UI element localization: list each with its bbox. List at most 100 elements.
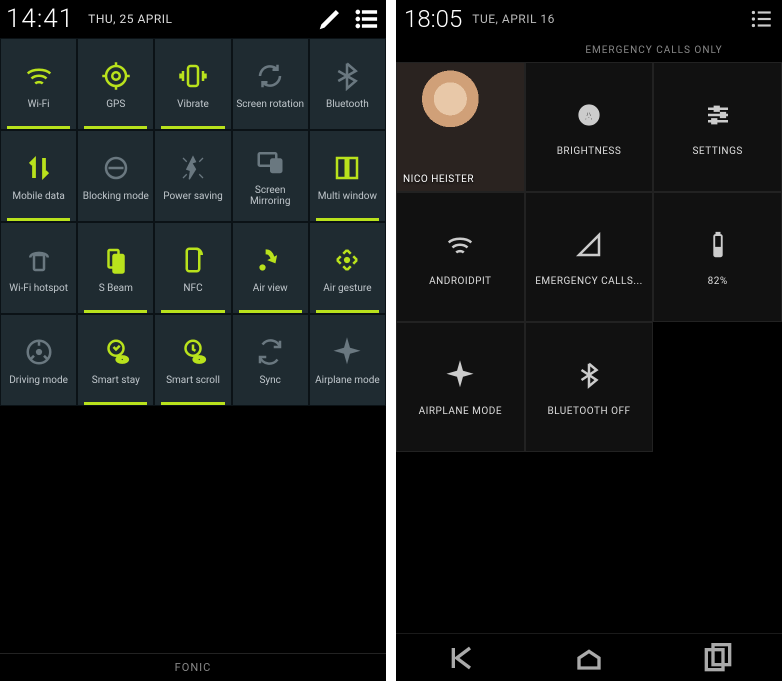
edit-icon[interactable] (316, 5, 344, 33)
tile-label: Air gesture (323, 283, 371, 294)
tile-smart-scroll[interactable]: Smart scroll (154, 314, 231, 406)
tile-label: NFC (183, 283, 202, 294)
tile-driving-mode[interactable]: Driving mode (0, 314, 77, 406)
clock: 14:41 (6, 4, 74, 34)
tile-bluetooth-off[interactable]: BLUETOOTH OFF (525, 322, 654, 452)
sync-icon (253, 335, 287, 369)
tile-settings[interactable]: SETTINGS (653, 62, 782, 192)
tile-label: Smart scroll (166, 375, 220, 386)
user-name: NICO HEISTER (403, 174, 474, 185)
tile-vibrate[interactable]: Vibrate (154, 38, 231, 130)
tile-label: S Beam (99, 283, 133, 294)
mobile-data-icon (22, 151, 56, 185)
date: THU, 25 APRIL (88, 12, 172, 26)
gps-icon (99, 59, 133, 93)
tile-signal[interactable]: EMERGENCY CALLS... (525, 192, 654, 322)
tile-label: Sync (259, 375, 280, 386)
tile-brightness[interactable]: BRIGHTNESS (525, 62, 654, 192)
airplane-icon (443, 358, 477, 392)
tile-mobile-data[interactable]: Mobile data (0, 130, 77, 222)
settings-icon (701, 98, 735, 132)
tile-empty (653, 322, 782, 452)
tile-wifi[interactable]: ANDROIDPIT (396, 192, 525, 322)
tile-label: Blocking mode (83, 191, 149, 202)
tile-wifi-hotspot[interactable]: Wi-Fi hotspot (0, 222, 77, 314)
tile-label: BRIGHTNESS (557, 146, 622, 157)
brightness-icon (572, 98, 606, 132)
tile-label: Driving mode (9, 375, 68, 386)
air-gesture-icon (330, 243, 364, 277)
power-saving-icon (176, 151, 210, 185)
clock: 18:05 (404, 5, 462, 33)
s-beam-icon (99, 243, 133, 277)
tile-blocking-mode[interactable]: Blocking mode (77, 130, 154, 222)
navigation-bar (396, 633, 782, 681)
carrier-label: FONIC (0, 653, 386, 681)
tile-label: Wi-Fi hotspot (9, 283, 68, 294)
tile-wifi[interactable]: Wi-Fi (0, 38, 77, 130)
tile-label: Screen rotation (236, 99, 304, 110)
tile-label: Bluetooth (326, 99, 369, 110)
home-button[interactable] (569, 643, 609, 673)
wifi-icon (22, 59, 56, 93)
tile-label: AIRPLANE MODE (419, 406, 502, 417)
tile-label: Mobile data (12, 191, 65, 202)
tile-s-beam[interactable]: S Beam (77, 222, 154, 314)
back-button[interactable] (440, 643, 480, 673)
blocking-icon (99, 151, 133, 185)
tile-label: EMERGENCY CALLS... (535, 276, 643, 287)
driving-icon (22, 335, 56, 369)
status-bar: 14:41 THU, 25 APRIL (0, 0, 386, 38)
screen-mirroring-icon (253, 145, 287, 179)
battery-icon (701, 228, 735, 262)
tile-label: Power saving (163, 191, 223, 202)
airplane-icon (330, 335, 364, 369)
tile-label: SETTINGS (692, 146, 742, 157)
tile-label: 82% (708, 276, 728, 287)
emergency-banner: EMERGENCY CALLS ONLY (396, 38, 782, 62)
tile-screen-rotation[interactable]: Screen rotation (232, 38, 309, 130)
tile-screen-mirroring[interactable]: Screen Mirroring (232, 130, 309, 222)
status-bar: 18:05 TUE, APRIL 16 (396, 0, 782, 38)
tile-battery[interactable]: 82% (653, 192, 782, 322)
tile-nfc[interactable]: NFC (154, 222, 231, 314)
vibrate-icon (176, 59, 210, 93)
tile-label: GPS (106, 99, 125, 110)
rotation-icon (253, 59, 287, 93)
tile-airplane[interactable]: AIRPLANE MODE (396, 322, 525, 452)
multi-window-icon (330, 151, 364, 185)
tile-airplane-mode[interactable]: Airplane mode (309, 314, 386, 406)
tile-label: ANDROIDPIT (429, 276, 491, 287)
tile-sync[interactable]: Sync (232, 314, 309, 406)
wifi-icon (443, 228, 477, 262)
tile-label: Multi window (318, 191, 377, 202)
tile-label: Smart stay (92, 375, 140, 386)
recent-apps-button[interactable] (698, 643, 738, 673)
air-view-icon (253, 243, 287, 277)
menu-icon[interactable] (748, 8, 774, 30)
tile-gps[interactable]: GPS (77, 38, 154, 130)
tile-label: Vibrate (177, 99, 209, 110)
smart-stay-icon (99, 335, 133, 369)
tile-air-gesture[interactable]: Air gesture (309, 222, 386, 314)
tile-label: Air view (253, 283, 288, 294)
nfc-icon (176, 243, 210, 277)
bluetooth-icon (330, 59, 364, 93)
date: TUE, APRIL 16 (472, 12, 555, 26)
stock-android-quick-settings-panel: 18:05 TUE, APRIL 16 EMERGENCY CALLS ONLY… (396, 0, 782, 681)
tile-user[interactable]: NICO HEISTER (396, 62, 525, 192)
quick-settings-grid: Wi-Fi GPS Vibrate Screen rotation Blueto… (0, 38, 386, 406)
bluetooth-icon (572, 358, 606, 392)
tile-label: BLUETOOTH OFF (547, 406, 630, 417)
avatar (397, 63, 524, 191)
tile-power-saving[interactable]: Power saving (154, 130, 231, 222)
tile-air-view[interactable]: Air view (232, 222, 309, 314)
tile-multi-window[interactable]: Multi window (309, 130, 386, 222)
signal-icon (572, 228, 606, 262)
tile-bluetooth[interactable]: Bluetooth (309, 38, 386, 130)
quick-settings-grid: NICO HEISTER BRIGHTNESS SETTINGS ANDROID… (396, 62, 782, 452)
tile-smart-stay[interactable]: Smart stay (77, 314, 154, 406)
hotspot-icon (22, 243, 56, 277)
samsung-quick-settings-panel: 14:41 THU, 25 APRIL Wi-Fi GPS Vibrate Sc… (0, 0, 386, 681)
menu-icon[interactable] (352, 5, 380, 33)
